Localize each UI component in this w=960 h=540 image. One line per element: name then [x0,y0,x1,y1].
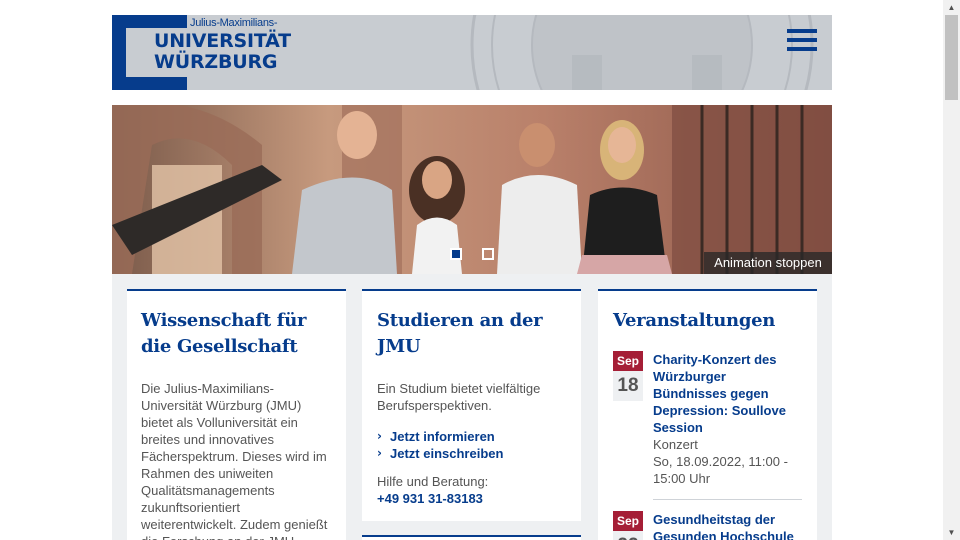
card-science-body: Die Julius-Maximilians-Universität Würzb… [141,381,328,540]
logo-wordmark-line2: WÜRZBURG [154,51,278,73]
animation-stop-button[interactable]: Animation stoppen [704,252,832,274]
event-day: 18 [613,371,643,401]
slide-indicator-1[interactable] [450,248,462,260]
event-date-badge: Sep 22 [613,511,643,540]
card-study-body: Ein Studium bietet vielfältige Berufsper… [377,381,541,413]
event-type: Konzert [653,437,698,452]
chevron-right-icon: › [377,446,382,460]
university-logo[interactable]: Julius-Maximilians- UNIVERSITÄT WÜRZBURG [112,15,291,90]
hamburger-menu-icon[interactable] [787,29,817,55]
site-header: Julius-Maximilians- UNIVERSITÄT WÜRZBURG [112,15,832,90]
card-events: Veranstaltungen Sep 18 Charity-Konzert d… [598,289,817,540]
chevron-right-icon: › [377,429,382,443]
link-label: Jetzt einschreiben [390,446,504,461]
event-item: Sep 22 Gesundheitstag der Gesunden Hochs… [613,511,802,540]
logo-wordmark-line1: UNIVERSITÄT [154,30,291,52]
study-links: › Jetzt informieren › Jetzt einschreiben [377,428,566,462]
card-next-top-edge [362,535,581,540]
card-study: Studieren an der JMU Ein Studium bietet … [362,289,581,521]
link-jetzt-informieren[interactable]: › Jetzt informieren [377,428,566,445]
card-study-title: Studieren an der JMU [377,310,543,357]
event-title-link[interactable]: Charity-Konzert des Würzburger Bündnisse… [653,351,802,436]
scroll-down-arrow-icon[interactable]: ▼ [943,525,960,540]
card-science: Wissenschaft für die Gesellschaft Die Ju… [127,289,346,540]
event-day: 22 [613,531,643,540]
scroll-up-arrow-icon[interactable]: ▲ [943,0,960,15]
phone-link[interactable]: +49 931 31-83183 [377,490,566,507]
event-time: So, 18.09.2022, 11:00 - 15:00 Uhr [653,454,788,486]
event-month: Sep [613,511,643,531]
vertical-scrollbar[interactable]: ▲ ▼ [943,0,960,540]
hero-image [112,105,832,274]
event-month: Sep [613,351,643,371]
page: Julius-Maximilians- UNIVERSITÄT WÜRZBURG [0,0,960,540]
university-seal-watermark [470,15,814,90]
event-title-link[interactable]: Gesundheitstag der Gesunden Hochschule [653,511,802,540]
scrollbar-thumb[interactable] [945,15,958,100]
event-date-badge: Sep 18 [613,351,643,487]
slide-indicator-2[interactable] [482,248,494,260]
card-events-title: Veranstaltungen [613,310,776,331]
students-photo [112,105,832,274]
event-item: Sep 18 Charity-Konzert des Würzburger Bü… [613,351,802,487]
event-divider [653,499,802,500]
help-label: Hilfe und Beratung: [377,474,489,489]
card-science-title: Wissenschaft für die Gesellschaft [141,310,307,357]
logo-subtitle: Julius-Maximilians- [190,17,278,29]
link-jetzt-einschreiben[interactable]: › Jetzt einschreiben [377,445,566,462]
link-label: Jetzt informieren [390,429,495,444]
